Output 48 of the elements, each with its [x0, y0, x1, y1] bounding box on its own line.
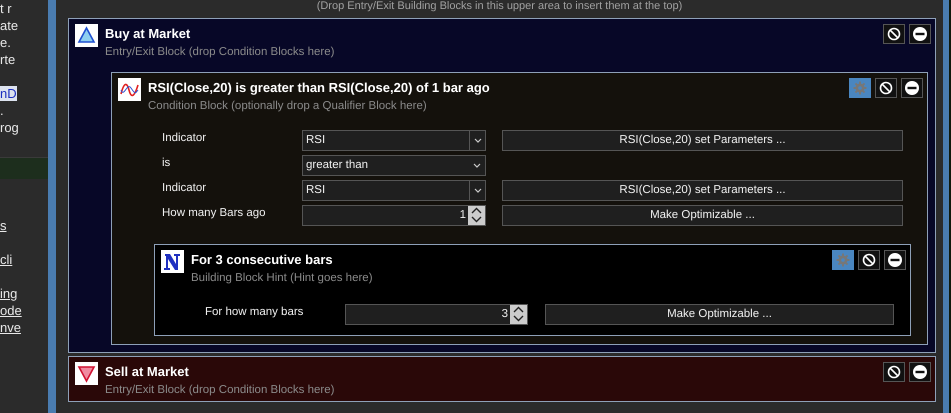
- number-field[interactable]: 1: [302, 205, 486, 226]
- chevron-down-icon: [474, 138, 482, 143]
- param-label: Indicator: [162, 181, 208, 196]
- block-hint: Entry/Exit Block (drop Condition Blocks here): [105, 45, 336, 60]
- block-hint: Condition Block (optionally drop a Qualifier Block here): [148, 99, 428, 114]
- disable-button[interactable]: [858, 250, 880, 270]
- disable-button[interactable]: [875, 78, 897, 98]
- param-button[interactable]: RSI(Close,20) set Parameters ...: [502, 180, 903, 201]
- combo-box[interactable]: RSI: [302, 180, 486, 201]
- remove-button[interactable]: [884, 250, 906, 270]
- number-field[interactable]: 3: [345, 304, 528, 325]
- text-fragment: rog: [0, 120, 19, 135]
- link[interactable]: nve: [0, 320, 21, 335]
- link[interactable]: s: [0, 218, 6, 233]
- param-label: For how many bars: [205, 305, 304, 320]
- block-title: For 3 consecutive bars: [191, 252, 333, 268]
- combo-box[interactable]: RSI: [302, 130, 486, 151]
- param-button[interactable]: RSI(Close,20) set Parameters ...: [502, 130, 903, 151]
- highlighted-text: nD: [0, 86, 17, 101]
- link[interactable]: ing: [0, 286, 18, 301]
- chevron-down-icon: [473, 163, 481, 168]
- param-label: Indicator: [162, 131, 208, 146]
- remove-button[interactable]: [909, 24, 931, 44]
- n-letter-icon: [161, 250, 184, 273]
- block-hint: Building Block Hint (Hint goes here): [191, 271, 374, 286]
- text-fragment: ate: [0, 18, 18, 33]
- drop-hint: (Drop Entry/Exit Building Blocks in this upper area to insert them at the top): [316, 0, 684, 14]
- chevron-down-icon: [474, 188, 482, 193]
- param-label: How many Bars ago: [162, 206, 267, 221]
- block-title: Sell at Market: [105, 364, 189, 380]
- text-fragment: e.: [0, 35, 11, 50]
- link[interactable]: cli: [0, 252, 12, 267]
- block-hint: Entry/Exit Block (drop Condition Blocks here): [105, 383, 336, 398]
- block-title: Buy at Market: [105, 26, 190, 42]
- param-button[interactable]: Make Optimizable ...: [545, 304, 894, 325]
- remove-button[interactable]: [901, 78, 923, 98]
- disable-button[interactable]: [883, 24, 905, 44]
- text-fragment: t r: [0, 1, 12, 16]
- disable-button[interactable]: [883, 362, 905, 382]
- dropdown[interactable]: greater than: [302, 155, 486, 176]
- wave-chart-icon: [118, 78, 141, 101]
- remove-button[interactable]: [909, 362, 931, 382]
- text-fragment: rte: [0, 52, 16, 67]
- block-title: RSI(Close,20) is greater than RSI(Close,20) of 1 bar ago: [148, 80, 490, 96]
- param-label: is: [162, 156, 172, 171]
- param-button[interactable]: Make Optimizable ...: [502, 205, 903, 226]
- text-fragment: .: [0, 103, 4, 118]
- link[interactable]: ode: [0, 303, 22, 318]
